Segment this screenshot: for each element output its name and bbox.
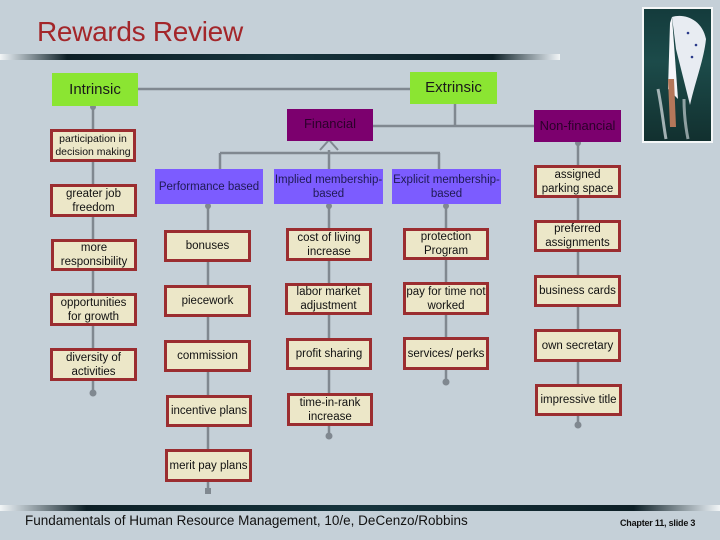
explicit-membership-node: Explicit membership-based	[392, 169, 501, 204]
connector-dot-icon	[574, 421, 582, 429]
connector-dot-icon	[89, 389, 97, 397]
implied-membership-node: Implied membership-based	[274, 169, 383, 204]
performance-item: merit pay plans	[165, 449, 252, 482]
implied-item: profit sharing	[286, 338, 372, 370]
non-financial-item: business cards	[534, 275, 621, 307]
inheritance-arrow-icon	[319, 138, 339, 151]
implied-item: labor market adjustment	[285, 283, 372, 315]
intrinsic-item: participation in decision making	[50, 129, 136, 162]
footer-citation: Fundamentals of Human Resource Managemen…	[25, 513, 468, 528]
performance-item: incentive plans	[166, 395, 252, 427]
non-financial-item: impressive title	[535, 384, 622, 416]
non-financial-item: preferred assignments	[534, 220, 621, 252]
implied-item: time-in-rank increase	[287, 393, 373, 426]
connector-dot-icon	[325, 432, 333, 440]
extrinsic-node: Extrinsic	[410, 72, 497, 104]
explicit-item: pay for time not worked	[403, 282, 489, 315]
explicit-item: services/ perks	[403, 337, 489, 370]
non-financial-item: assigned parking space	[534, 165, 621, 198]
connector-dot-icon	[442, 378, 450, 386]
intrinsic-item: diversity of activities	[50, 348, 137, 381]
intrinsic-item: more responsibility	[51, 239, 137, 271]
performance-based-node: Performance based	[155, 169, 263, 204]
performance-item: bonuses	[164, 230, 251, 262]
non-financial-item: own secretary	[534, 329, 621, 362]
intrinsic-item: greater job freedom	[50, 184, 137, 217]
footer-divider	[0, 505, 720, 511]
explicit-item: protection Program	[403, 228, 489, 260]
implied-item: cost of living increase	[286, 228, 372, 261]
slide-number: Chapter 11, slide 3	[620, 518, 696, 528]
intrinsic-item: opportunities for growth	[50, 293, 137, 326]
intrinsic-node: Intrinsic	[52, 73, 138, 106]
performance-item: piecework	[164, 285, 251, 317]
non-financial-node: Non-financial	[534, 110, 621, 142]
performance-item: commission	[164, 340, 251, 372]
financial-node: Financial	[287, 109, 373, 141]
